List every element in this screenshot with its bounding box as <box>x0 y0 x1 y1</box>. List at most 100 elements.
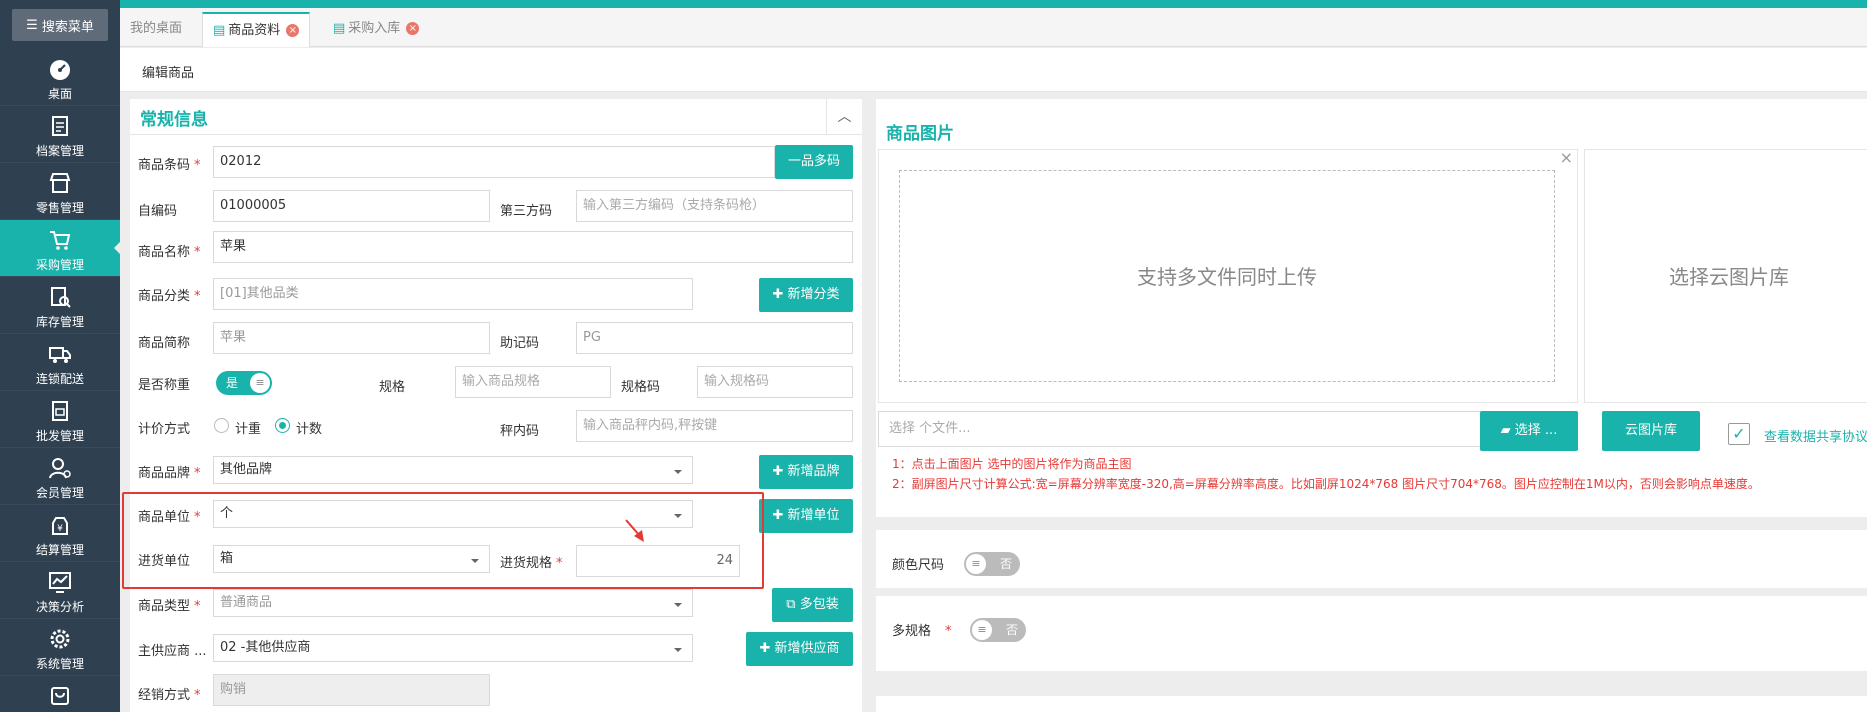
chevron-up-icon[interactable]: ︿ <box>826 99 862 135</box>
sidebar-item-member[interactable]: 会员管理 <box>0 448 120 505</box>
sidebar-item-wholesale[interactable]: 批发管理 <box>0 391 120 448</box>
pricing-count-label: 计数 <box>296 422 323 437</box>
color-size-panel: 颜色尺码 ≡ 否 <box>876 530 1867 588</box>
close-icon[interactable]: × <box>1560 148 1573 167</box>
tab-label: 商品资料 <box>228 23 281 38</box>
product-type-label: 商品类型 * <box>138 599 201 614</box>
sidebar-item-distribution[interactable]: 连锁配送 <box>0 334 120 391</box>
search-list-icon: ☰ <box>26 17 38 33</box>
upload-dropzone-text[interactable]: 支持多文件同时上传 <box>899 170 1555 382</box>
wholesale-icon <box>52 401 68 421</box>
mnemonic-label: 助记码 <box>500 336 540 351</box>
short-name-input[interactable]: 苹果 <box>213 322 490 354</box>
sale-mode-input: 购销 <box>213 674 490 706</box>
spec-input[interactable]: 输入商品规格 <box>455 366 611 398</box>
toggle-knob-icon: ≡ <box>972 620 992 640</box>
plus-icon: ✚ <box>772 287 788 302</box>
folder-icon: ▰ <box>1500 423 1515 438</box>
truck-icon <box>49 347 71 363</box>
add-category-button[interactable]: ✚ 新增分类 <box>759 278 853 312</box>
self-code-input[interactable]: 01000005 <box>213 190 490 222</box>
product-type-select[interactable]: 普通商品 <box>213 589 693 617</box>
tab-my-desktop[interactable]: 我的桌面 <box>120 12 192 47</box>
sidebar-item-label: 零售管理 <box>35 201 84 215</box>
file-input[interactable]: 选择 个文件... <box>878 411 1482 447</box>
barcode-input[interactable]: 02012 <box>213 146 775 178</box>
sidebar-item-more[interactable] <box>0 676 120 712</box>
sidebar-item-analysis[interactable]: 决策分析 <box>0 562 120 619</box>
settlement-icon: ¥ <box>52 517 68 535</box>
section-title: 常规信息 <box>140 110 208 130</box>
color-size-label: 颜色尺码 <box>892 558 945 573</box>
sidebar-item-purchase[interactable]: 采购管理 <box>0 220 120 277</box>
bag-icon <box>51 687 69 705</box>
self-code-label: 自编码 <box>138 204 178 219</box>
choose-file-button[interactable]: ▰ 选择 ... <box>1480 411 1578 451</box>
pricing-weight-radio[interactable] <box>214 418 229 433</box>
weighing-label: 是否称重 <box>138 378 191 393</box>
product-image-panel: 商品图片 支持多文件同时上传 × 选择云图片库 选择 个文件... ▰ 选择 .… <box>876 99 1867 517</box>
scale-code-input[interactable]: 输入商品秤内码,秤按键 <box>576 410 853 442</box>
plus-icon: ✚ <box>772 464 788 479</box>
sidebar-item-settlement[interactable]: ¥ 结算管理 <box>0 505 120 562</box>
inventory-icon <box>51 287 71 308</box>
name-input[interactable]: 苹果 <box>213 231 853 263</box>
image-panel-title: 商品图片 <box>886 124 954 144</box>
highlight-box <box>122 492 764 589</box>
tab-label: 采购入库 <box>348 21 401 36</box>
sidebar-item-desktop[interactable]: 桌面 <box>0 49 120 106</box>
plus-icon: ✚ <box>772 508 788 523</box>
category-label: 商品分类 * <box>138 289 201 304</box>
top-accent-strip <box>120 0 1867 8</box>
note-2: 2：副屏图片尺寸计算公式:宽=屏幕分辨率宽度-320,高=屏幕分辨率高度。比如副… <box>892 477 1760 491</box>
tab-purchase-in[interactable]: ▤ 采购入库 × <box>323 12 429 47</box>
third-code-input[interactable]: 输入第三方编码（支持条码枪） <box>576 190 853 222</box>
sidebar-item-label: 桌面 <box>47 87 72 101</box>
toggle-knob-icon: ≡ <box>250 373 270 393</box>
sidebar-item-label: 采购管理 <box>35 258 84 272</box>
sidebar-item-retail[interactable]: 零售管理 <box>0 163 120 220</box>
subbar: 编辑商品 <box>120 48 1867 92</box>
sidebar-item-system[interactable]: 系统管理 <box>0 619 120 676</box>
search-menu-label: 搜索菜单 <box>41 19 94 35</box>
search-menu-button[interactable]: ☰ 搜索菜单 <box>12 9 108 41</box>
add-supplier-button[interactable]: ✚ 新增供应商 <box>746 632 853 666</box>
barcode-label: 商品条码 * <box>138 158 201 173</box>
brand-select[interactable]: 其他品牌 <box>213 456 693 484</box>
spec-label: 规格 <box>379 380 406 395</box>
gear-icon <box>50 629 70 649</box>
document-icon: ▤ <box>333 21 346 36</box>
supplier-select[interactable]: 02 -其他供应商 <box>213 634 693 662</box>
close-icon[interactable]: × <box>406 22 420 35</box>
upload-area[interactable]: 支持多文件同时上传 × <box>878 148 1578 403</box>
share-agreement-link[interactable]: 查看数据共享协议 <box>1764 426 1867 445</box>
mnemonic-input[interactable]: PG <box>576 322 853 354</box>
tab-label: 我的桌面 <box>130 21 183 36</box>
color-size-toggle[interactable]: ≡ 否 <box>964 552 1020 576</box>
document-icon: ▤ <box>213 23 226 38</box>
sidebar-item-label: 决策分析 <box>35 600 84 614</box>
spec-code-input[interactable]: 输入规格码 <box>697 366 853 398</box>
plus-icon: ✚ <box>759 641 775 656</box>
add-unit-button[interactable]: ✚ 新增单位 <box>759 499 853 533</box>
multi-barcode-button[interactable]: 一品多码 <box>775 145 853 179</box>
multi-spec-toggle[interactable]: ≡ 否 <box>970 618 1026 642</box>
sidebar-item-archive[interactable]: 档案管理 <box>0 106 120 163</box>
tab-product-info[interactable]: ▤ 商品资料 × <box>202 12 311 47</box>
brand-label: 商品品牌 * <box>138 466 201 481</box>
cloud-library-button[interactable]: 云图片库 <box>1602 411 1700 451</box>
short-name-label: 商品简称 <box>138 336 191 351</box>
pricing-count-radio[interactable] <box>275 418 290 433</box>
multi-spec-label: 多规格 * <box>892 624 952 639</box>
sidebar-item-inventory[interactable]: 库存管理 <box>0 277 120 334</box>
cloud-library-area[interactable]: 选择云图片库 <box>1584 149 1867 403</box>
close-icon[interactable]: × <box>286 24 300 37</box>
multi-package-button[interactable]: ⧉ 多包装 <box>772 588 853 622</box>
checkmark-icon[interactable]: ✓ <box>1728 423 1750 445</box>
cart-icon <box>50 231 71 250</box>
add-brand-button[interactable]: ✚ 新增品牌 <box>759 455 853 489</box>
weighing-toggle[interactable]: 是 ≡ <box>216 371 272 395</box>
panel-header: 常规信息 ︿ <box>130 99 862 135</box>
category-input[interactable]: [01]其他品类 <box>213 278 693 310</box>
bottom-panel <box>876 696 1867 712</box>
